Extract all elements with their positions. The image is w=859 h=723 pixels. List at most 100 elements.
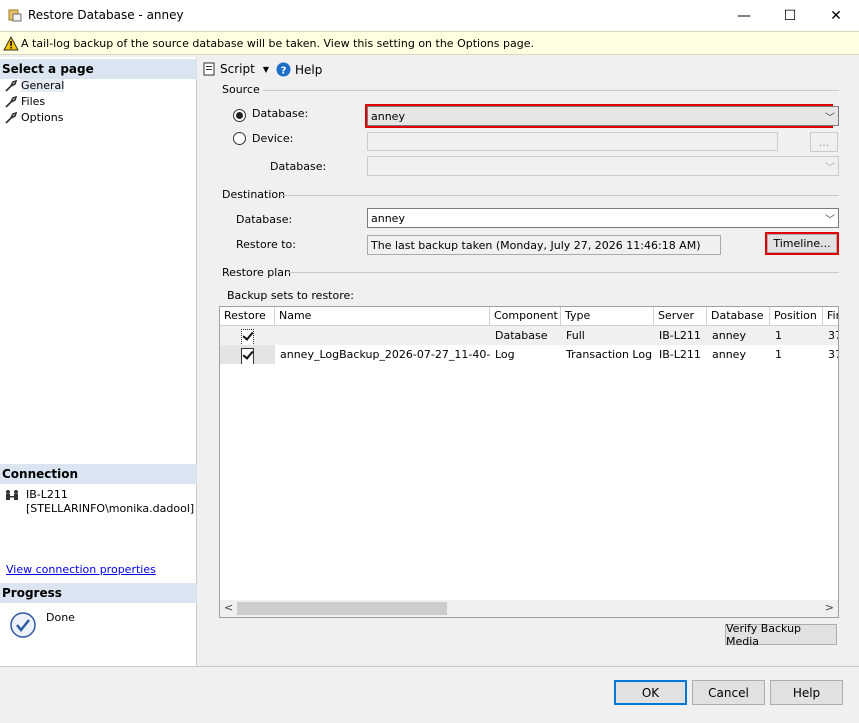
select-page-header: Select a page	[0, 59, 197, 79]
help-toolbar-button[interactable]: ? Help	[276, 62, 322, 77]
connection-server: IB-L211	[26, 488, 68, 501]
connection-user: [STELLARINFO\monika.dadool]	[26, 502, 195, 515]
destination-database-label: Database:	[236, 213, 293, 226]
progress-status: Done	[46, 611, 75, 624]
minimize-button[interactable]: —	[721, 0, 767, 31]
device-database-label: Database:	[270, 160, 327, 173]
source-device-field[interactable]	[367, 132, 778, 151]
connection-header: Connection	[0, 464, 197, 484]
source-database-label: Database:	[252, 107, 309, 120]
page-options-label: Options	[21, 111, 64, 124]
device-browse-button[interactable]: ...	[810, 132, 838, 152]
wrench-icon	[5, 95, 17, 108]
ok-button[interactable]: OK	[614, 680, 687, 705]
source-database-combo[interactable]: anney ﹀	[367, 106, 839, 126]
page-general[interactable]: General	[5, 78, 65, 93]
cell-first: 37	[828, 329, 838, 342]
table-row[interactable]: Database Full IB-L211 anney 1 37	[220, 326, 838, 345]
help-toolbar-label: Help	[295, 62, 323, 77]
col-server[interactable]: Server	[654, 307, 707, 326]
cell-name: anney_LogBackup_2026-07-27_11-40-13	[280, 348, 490, 361]
destination-group-label: Destination	[222, 188, 286, 201]
destination-divider	[281, 195, 839, 196]
script-label: Script	[220, 62, 255, 76]
cell-type: Transaction Log	[566, 348, 653, 361]
timeline-button[interactable]: Timeline...	[767, 234, 837, 253]
view-connection-properties-link[interactable]: View connection properties	[6, 563, 156, 576]
restore-to-label: Restore to:	[236, 238, 296, 251]
scroll-thumb[interactable]	[237, 602, 447, 615]
col-component[interactable]: Component	[490, 307, 561, 326]
warning-text: A tail-log backup of the source database…	[21, 37, 534, 50]
scroll-right-icon[interactable]: >	[825, 601, 834, 614]
restore-plan-divider	[288, 272, 839, 273]
grid-header: Restore Name Component Type Server Datab…	[220, 307, 838, 326]
done-check-icon	[10, 612, 36, 638]
table-row[interactable]: anney_LogBackup_2026-07-27_11-40-13 Log …	[220, 345, 838, 364]
help-button[interactable]: Help	[770, 680, 843, 705]
title-bar: Restore Database - anney — ☐ ✕	[0, 0, 859, 31]
cell-server: IB-L211	[659, 348, 701, 361]
page-files[interactable]: Files	[5, 94, 45, 109]
cell-name	[275, 326, 490, 345]
horizontal-scrollbar[interactable]: < >	[220, 600, 838, 617]
wrench-icon	[5, 111, 17, 124]
cell-component: Database	[495, 329, 548, 342]
cell-component: Log	[495, 348, 515, 361]
verify-backup-media-button[interactable]: Verify Backup Media	[725, 622, 837, 648]
close-button[interactable]: ✕	[813, 0, 859, 31]
script-icon	[203, 62, 215, 76]
cell-server: IB-L211	[659, 329, 701, 342]
backup-sets-label: Backup sets to restore:	[227, 289, 354, 302]
source-device-radio[interactable]	[233, 132, 246, 145]
restore-plan-label: Restore plan	[222, 266, 291, 279]
script-button[interactable]: Script ▼	[203, 62, 269, 76]
restore-to-field[interactable]: The last backup taken (Monday, July 27, …	[367, 235, 721, 255]
chevron-down-icon: ﹀	[825, 215, 835, 226]
source-database-radio[interactable]	[233, 109, 246, 122]
progress-header: Progress	[0, 583, 197, 603]
page-general-label: General	[21, 79, 65, 92]
backup-sets-grid: Restore Name Component Type Server Datab…	[219, 306, 839, 618]
page-files-label: Files	[21, 95, 46, 108]
destination-database-combo[interactable]: anney ﹀	[367, 208, 839, 228]
window-title: Restore Database - anney	[28, 8, 184, 22]
connection-info: IB-L211 [STELLARINFO\monika.dadool]	[26, 488, 194, 516]
chevron-down-icon: ▼	[262, 64, 269, 74]
col-position[interactable]: Position	[770, 307, 823, 326]
maximize-button[interactable]: ☐	[767, 0, 813, 31]
wrench-icon	[5, 79, 17, 92]
cell-first: 37	[828, 348, 838, 361]
cancel-button[interactable]: Cancel	[692, 680, 765, 705]
cell-database: anney	[712, 329, 746, 342]
col-first[interactable]: Firs	[823, 307, 838, 326]
restore-checkbox-cell	[220, 326, 275, 345]
source-device-label: Device:	[252, 132, 294, 145]
col-name[interactable]: Name	[275, 307, 490, 326]
source-divider	[263, 90, 839, 91]
col-type[interactable]: Type	[561, 307, 654, 326]
cell-type: Full	[566, 329, 585, 342]
warning-icon	[3, 36, 19, 51]
col-database[interactable]: Database	[707, 307, 770, 326]
cell-position: 1	[775, 348, 782, 361]
svg-text:?: ?	[281, 66, 287, 77]
connection-icon	[6, 490, 18, 500]
chevron-down-icon: ﹀	[825, 163, 835, 174]
scroll-left-icon[interactable]: <	[224, 601, 233, 614]
restore-checkbox-cell	[220, 345, 275, 364]
help-icon: ?	[276, 62, 291, 77]
warning-banner: A tail-log backup of the source database…	[0, 31, 859, 55]
device-database-combo[interactable]: ﹀	[367, 156, 839, 176]
col-restore[interactable]: Restore	[220, 307, 275, 326]
restore-checkbox[interactable]	[241, 348, 254, 364]
destination-database-value: anney	[371, 212, 405, 225]
restore-checkbox[interactable]	[241, 329, 254, 345]
source-group-label: Source	[222, 83, 260, 96]
chevron-down-icon: ﹀	[825, 113, 835, 124]
source-database-value: anney	[371, 110, 405, 123]
cell-position: 1	[775, 329, 782, 342]
database-restore-icon	[8, 9, 22, 22]
page-options[interactable]: Options	[5, 110, 63, 125]
cell-database: anney	[712, 348, 746, 361]
